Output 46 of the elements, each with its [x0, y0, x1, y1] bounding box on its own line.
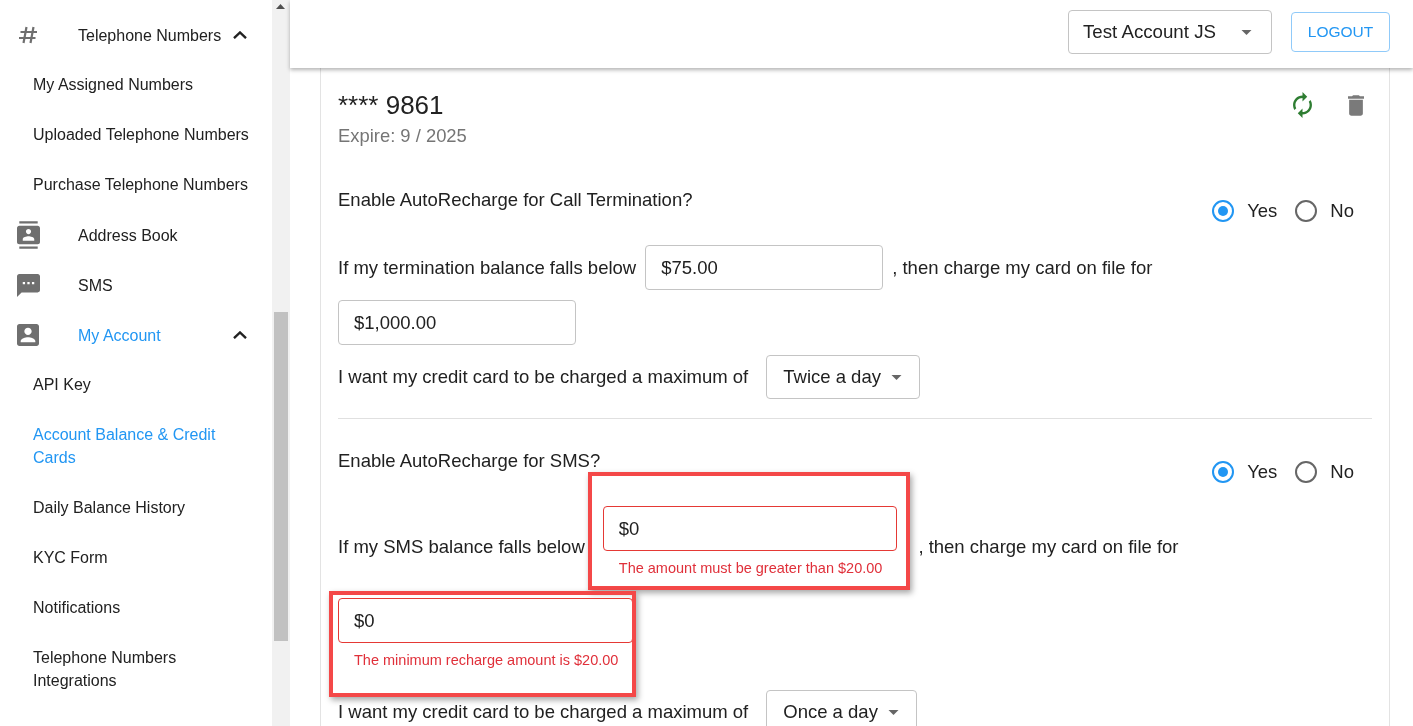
sentence-text: If my SMS balance falls below	[338, 535, 585, 559]
sidebar-item[interactable]: SMS	[0, 260, 272, 310]
submenu-item[interactable]: KYC Form	[0, 533, 272, 583]
submenu-item[interactable]: API Key	[0, 360, 272, 410]
sentence-text: If my termination balance falls below	[338, 255, 637, 280]
card-number: **** 9861	[338, 90, 445, 120]
submenu-item[interactable]: Notifications	[0, 583, 272, 633]
frequency-select[interactable]: Once a day	[766, 690, 917, 726]
contacts-icon	[16, 221, 40, 249]
sentence-text: I want my credit card to be charged a maximum of	[338, 700, 749, 724]
radio-option[interactable]: Yes	[1212, 199, 1296, 223]
scrollbar-thumb[interactable]	[274, 312, 288, 641]
submenu-item[interactable]: Purchase Telephone Numbers	[0, 160, 272, 210]
sidebar-item[interactable]: Telephone Numbers	[0, 10, 272, 60]
chat-icon	[16, 273, 40, 297]
chevron-up-icon[interactable]	[233, 331, 247, 339]
sentence-text: , then charge my card on file for	[892, 255, 1153, 280]
amount-field[interactable]: $75.00	[645, 245, 884, 290]
delete-icon[interactable]	[1348, 94, 1364, 116]
radio-option[interactable]: No	[1295, 460, 1372, 484]
submenu-item[interactable]: Daily Balance History	[0, 483, 272, 533]
submenu-item[interactable]: Uploaded Telephone Numbers	[0, 110, 272, 160]
radio-option[interactable]: Yes	[1212, 460, 1296, 484]
card-expiry: Expire: 9 / 2025	[338, 125, 467, 147]
arrow-up-icon[interactable]	[276, 4, 285, 9]
hash-icon	[18, 26, 38, 44]
submenu-item[interactable]: Telephone Numbers Integrations	[0, 633, 272, 706]
amount-field[interactable]: $1,000.00	[338, 300, 576, 345]
caret-icon	[890, 374, 902, 380]
sentence-text: I want my credit card to be charged a maximum of	[338, 365, 749, 389]
amount-field[interactable]: $0	[602, 506, 898, 551]
chevron-up-icon[interactable]	[233, 31, 247, 39]
submenu-item[interactable]: My Assigned Numbers	[0, 60, 272, 110]
error-message: The amount must be greater than $20.00	[617, 559, 884, 578]
account-select[interactable]: Test Account JS	[1068, 10, 1272, 54]
error-message: The minimum recharge amount is $20.00	[353, 651, 620, 670]
radio-option[interactable]: No	[1295, 199, 1372, 223]
frequency-select[interactable]: Twice a day	[766, 355, 920, 399]
refresh-icon[interactable]	[1293, 92, 1312, 118]
question-text: Enable AutoRecharge for SMS?	[338, 449, 601, 473]
account-icon	[17, 324, 39, 346]
sidebar-item[interactable]: Address Book	[0, 210, 272, 260]
sentence-text: , then charge my card on file for	[918, 535, 1179, 559]
caret-icon	[1241, 29, 1252, 35]
question-text: Enable AutoRecharge for Call Termination?	[338, 188, 693, 212]
caret-icon	[887, 709, 899, 715]
